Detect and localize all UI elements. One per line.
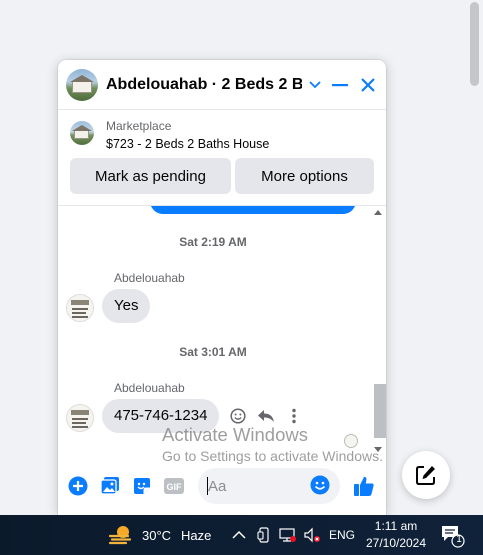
- network-icon: [279, 528, 296, 542]
- incoming-message-bubble[interactable]: Yes: [102, 289, 151, 323]
- notification-icon: [442, 526, 465, 548]
- sender-avatar[interactable]: [66, 404, 94, 432]
- watermark-title: Activate Windows: [162, 424, 308, 445]
- message-list: Sat 2:19 AM Abdelouahab Yes Sat 3:01 AM …: [58, 205, 386, 453]
- listing-title: $723 - 2 Beds 2 Baths House: [106, 137, 270, 151]
- phone-link-icon: [257, 527, 269, 543]
- mark-as-pending-button[interactable]: Mark as pending: [70, 158, 231, 194]
- temperature: 30°C: [142, 527, 172, 543]
- sticker-icon[interactable]: [131, 475, 153, 497]
- conversation-avatar[interactable]: [66, 68, 98, 101]
- emoji-icon[interactable]: [310, 475, 332, 497]
- gif-icon[interactable]: GIF: [163, 475, 185, 497]
- outgoing-message-bubble: [150, 206, 356, 214]
- message-composer: GIF: [58, 460, 386, 510]
- close-icon[interactable]: [357, 74, 379, 96]
- message-timestamp: Sat 3:01 AM: [179, 345, 247, 359]
- show-hidden-icons-button[interactable]: [232, 515, 246, 555]
- new-message-button[interactable]: [402, 451, 450, 499]
- thumbs-up-icon[interactable]: [351, 473, 377, 499]
- chat-header: Abdelouahab · 2 Beds 2 Ba...: [58, 60, 386, 110]
- message-input[interactable]: [208, 468, 308, 504]
- scroll-up-arrow-icon[interactable]: [374, 210, 382, 215]
- listing-thumbnail: [70, 121, 94, 145]
- more-options-button[interactable]: More options: [235, 158, 374, 194]
- text-caret: [207, 477, 208, 495]
- taskbar-clock[interactable]: 1:11 am 27/10/2024: [360, 518, 432, 552]
- compose-icon: [416, 466, 435, 485]
- react-emoji-icon[interactable]: [224, 408, 252, 424]
- weather-condition: Haze: [181, 527, 212, 543]
- page-scrollbar-thumb[interactable]: [470, 2, 479, 86]
- minimize-icon[interactable]: [329, 74, 351, 96]
- network-button[interactable]: [279, 515, 297, 555]
- weather-widget[interactable]: 30°C Haze: [108, 515, 211, 555]
- windows-taskbar: 30°C Haze ENG 1:11 am 27/10/2024 1: [0, 515, 483, 555]
- message-scrollbar[interactable]: [372, 206, 386, 453]
- chevron-down-icon[interactable]: [304, 74, 326, 96]
- notification-count: 1: [456, 534, 462, 545]
- conversation-title[interactable]: Abdelouahab · 2 Beds 2 Ba...: [106, 76, 302, 94]
- marketplace-label: Marketplace: [106, 119, 172, 133]
- sender-avatar[interactable]: [66, 294, 94, 322]
- volume-button[interactable]: [303, 515, 321, 555]
- activate-windows-watermark: Activate Windows Go to Settings to activ…: [162, 424, 383, 464]
- input-language[interactable]: ENG: [329, 515, 355, 555]
- more-vertical-icon[interactable]: [280, 408, 308, 424]
- clock-time: 1:11 am: [374, 519, 418, 533]
- photo-icon[interactable]: [99, 475, 121, 497]
- tray-app-icon[interactable]: [257, 515, 271, 555]
- message-timestamp: Sat 2:19 AM: [179, 235, 247, 249]
- haze-weather-icon: [108, 526, 132, 545]
- message-sender: Abdelouahab: [114, 381, 185, 395]
- page-scrollbar[interactable]: [466, 0, 483, 515]
- plus-circle-icon[interactable]: [67, 475, 89, 497]
- watermark-subtitle: Go to Settings to activate Windows.: [162, 448, 383, 464]
- notification-center-button[interactable]: 1: [440, 515, 466, 555]
- message-input-wrapper: [198, 468, 340, 504]
- volume-muted-icon: [304, 527, 320, 543]
- clock-date: 27/10/2024: [365, 536, 427, 550]
- svg-text:GIF: GIF: [167, 482, 183, 492]
- message-sender: Abdelouahab: [114, 271, 185, 285]
- reply-icon[interactable]: [252, 408, 280, 424]
- chevron-up-icon: [232, 530, 246, 539]
- marketplace-listing[interactable]: Marketplace $723 - 2 Beds 2 Baths House: [70, 118, 269, 154]
